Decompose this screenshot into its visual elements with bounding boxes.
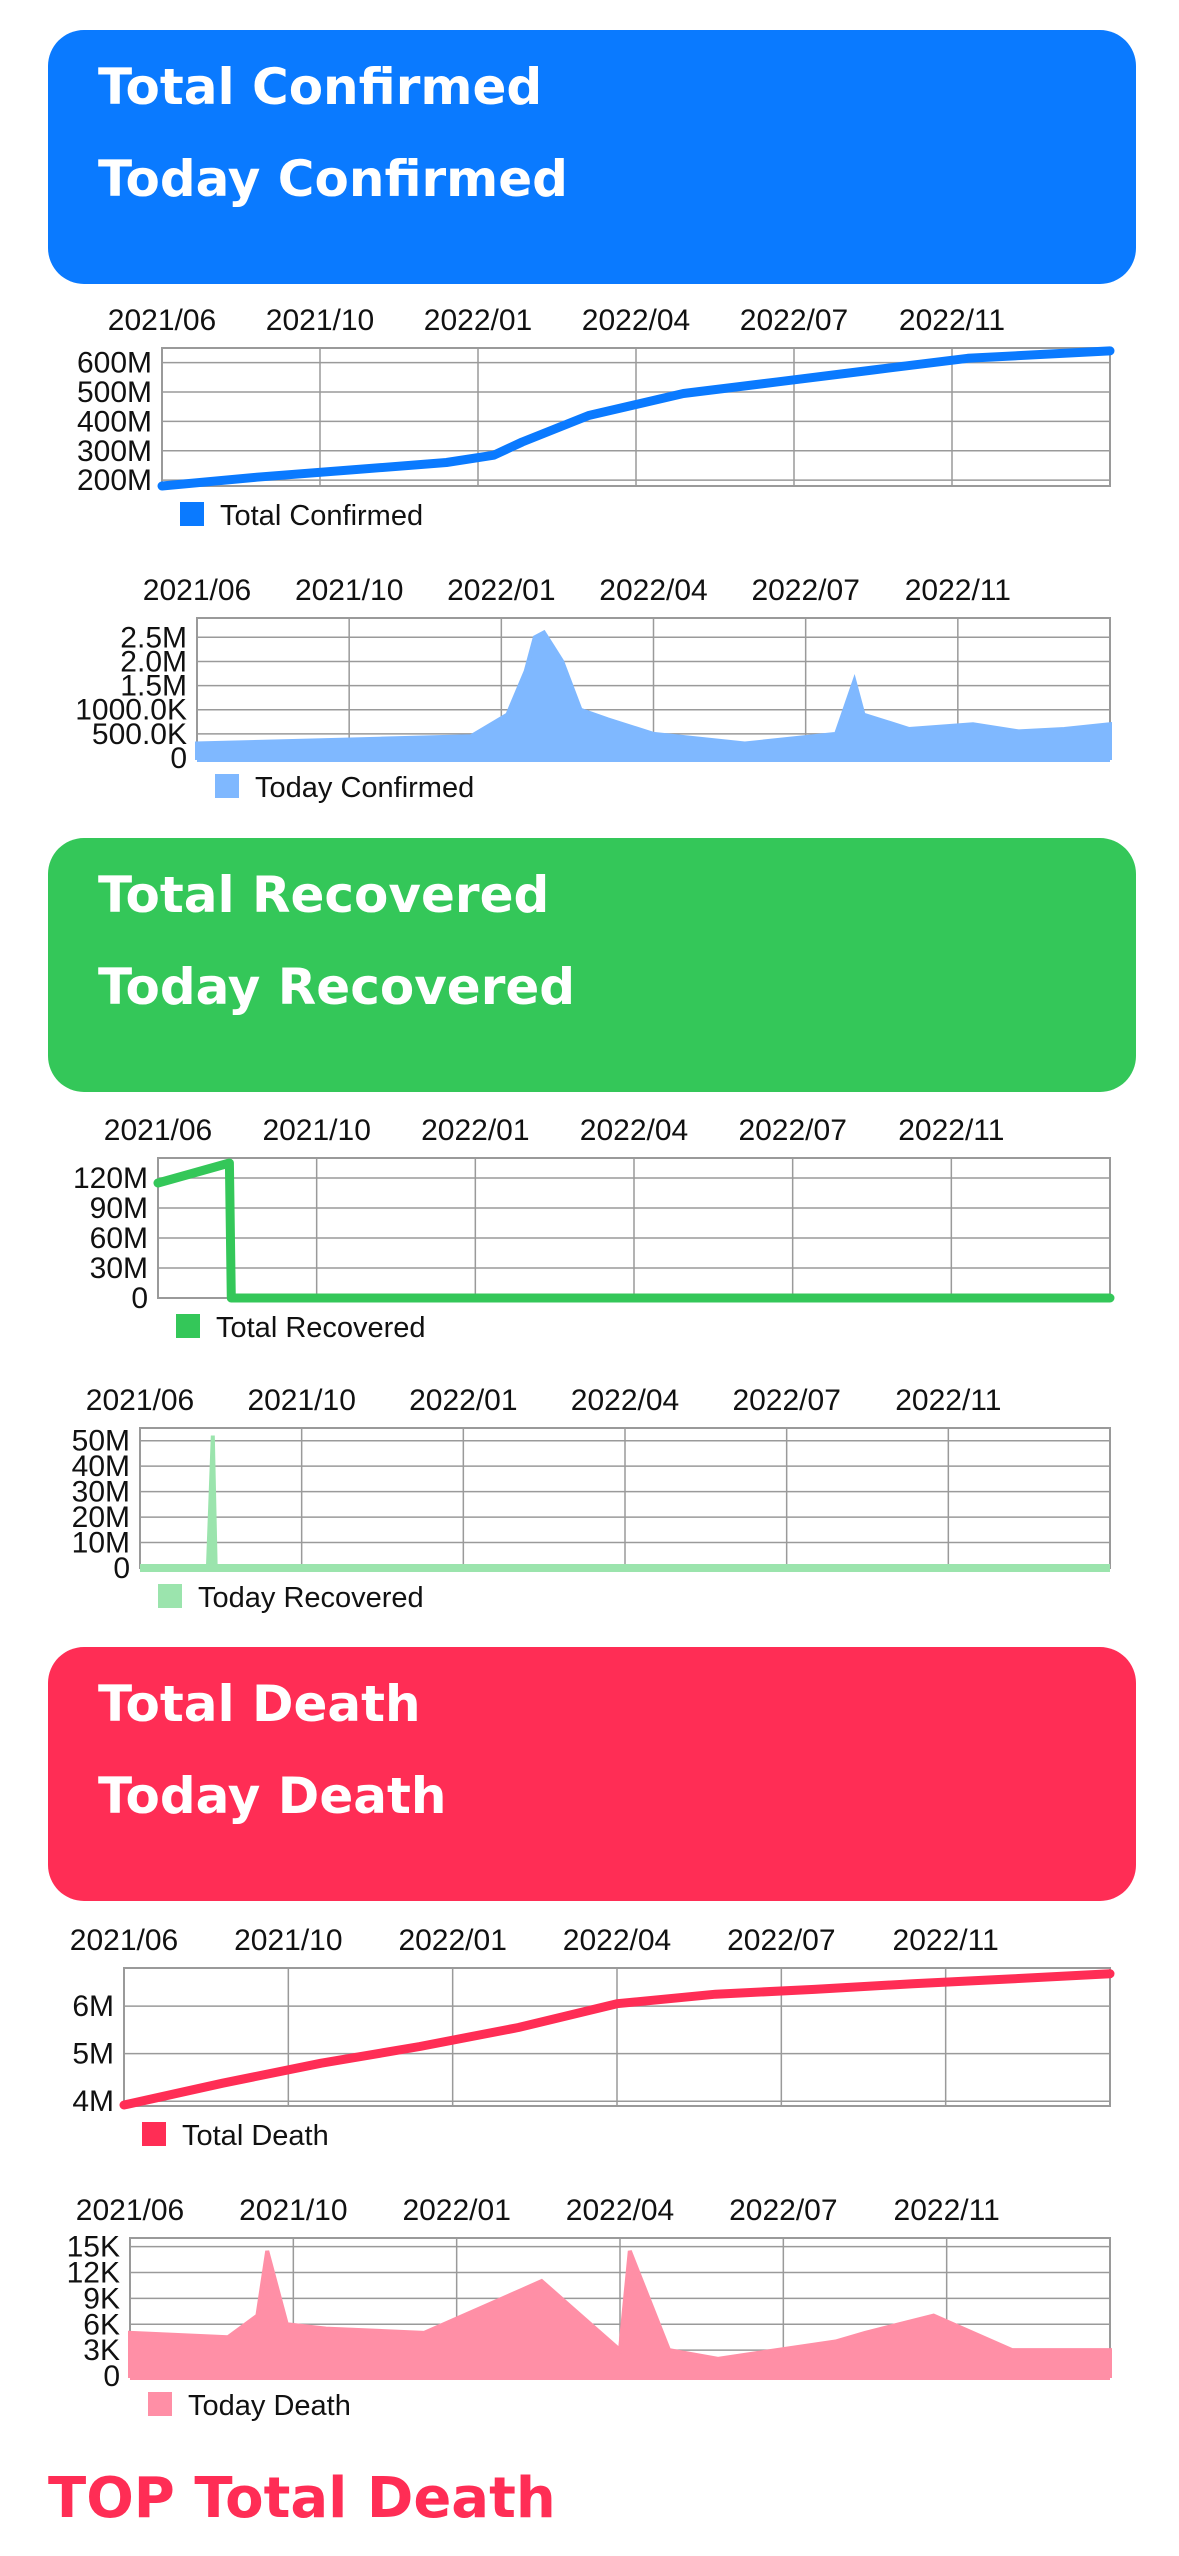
x-tick-label: 2022/11 [898,1114,1004,1147]
y-tick-label: 600M [77,347,152,380]
x-tick-label: 2022/11 [905,574,1011,607]
chart-svg: 2021/06 2021/10 2022/01 2022/04 2022/07 2022/… [75,574,1112,804]
x-tick-label: 2022/11 [894,2194,1000,2227]
x-tick-label: 2022/01 [402,2194,510,2227]
chart-today-recovered: 2021/06 2021/10 2022/01 2022/04 2022/07 2022/… [0,1370,1179,1635]
chart-svg: 2021/06 2021/10 2022/01 2022/04 2022/07 2022/… [70,1924,1115,2152]
x-tick-label: 2021/10 [247,1384,355,1417]
x-tick-label: 2021/10 [239,2194,347,2227]
total-death-label: Total Death [98,1675,421,1733]
chart-svg: 2021/06 2021/10 2022/01 2022/04 2022/07 2022/… [72,1384,1111,1614]
legend-label: Total Confirmed [220,500,423,532]
legend-label: Today Confirmed [255,772,474,804]
death-card: Total Death Today Death [48,1647,1136,1901]
today-confirmed-label: Today Confirmed [98,150,568,208]
y-tick-label: 200M [77,464,152,497]
today-death-label: Today Death [98,1767,447,1825]
confirmed-card: Total Confirmed Today Confirmed [48,30,1136,284]
y-tick-label: 4M [72,2085,114,2118]
legend-swatch [148,2392,172,2416]
chart-today-death: 2021/06 2021/10 2022/01 2022/04 2022/07 2022/… [0,2180,1179,2445]
x-tick-label: 2022/01 [409,1384,517,1417]
recovered-card: Total Recovered Today Recovered [48,838,1136,1092]
legend-label: Total Death [182,2120,329,2152]
x-tick-label: 2022/04 [563,1924,671,1957]
chart-svg: 2021/06 2021/10 2022/01 2022/04 2022/07 2022/… [67,2194,1112,2422]
y-tick-label: 0 [113,1552,130,1585]
y-tick-label: 0 [103,2360,120,2393]
total-recovered-label: Total Recovered [98,866,550,924]
x-tick-label: 2022/04 [566,2194,674,2227]
x-tick-label: 2021/10 [234,1924,342,1957]
x-tick-label: 2021/06 [86,1384,194,1417]
x-tick-label: 2022/07 [751,574,859,607]
chart-svg: 2021/06 2021/10 2022/01 2022/04 2022/07 2022/… [77,304,1115,532]
x-tick-label: 2021/10 [295,574,403,607]
y-tick-label: 60M [90,1222,148,1255]
x-tick-label: 2021/06 [76,2194,184,2227]
y-tick-label: 400M [77,405,152,438]
total-confirmed-label: Total Confirmed [98,58,543,116]
x-tick-label: 2021/10 [266,304,374,337]
x-tick-label: 2022/07 [740,304,848,337]
x-tick-label: 2021/06 [104,1114,212,1147]
x-tick-label: 2022/11 [895,1384,1001,1417]
x-tick-label: 2022/04 [580,1114,688,1147]
x-tick-label: 2022/07 [738,1114,846,1147]
y-tick-label: 0 [131,1282,148,1315]
y-tick-label: 6M [72,1990,114,2023]
y-tick-label: 90M [90,1192,148,1225]
y-tick-label: 5M [72,2038,114,2071]
chart-today-confirmed: 2021/06 2021/10 2022/01 2022/04 2022/07 2022/… [0,560,1179,825]
x-tick-label: 2022/07 [727,1924,835,1957]
legend-swatch [215,774,239,798]
legend-swatch [158,1584,182,1608]
legend-label: Today Recovered [198,1582,424,1614]
x-tick-label: 2021/06 [108,304,216,337]
x-tick-label: 2022/01 [398,1924,506,1957]
x-tick-label: 2022/11 [899,304,1005,337]
y-tick-label: 0 [170,742,187,775]
legend-label: Total Recovered [216,1312,426,1344]
legend-swatch [180,502,204,526]
chart-total-recovered: 2021/06 2021/10 2022/01 2022/04 2022/07 2022/… [0,1100,1179,1365]
x-tick-label: 2022/04 [571,1384,679,1417]
y-tick-label: 120M [73,1162,148,1195]
chart-total-death: 2021/06 2021/10 2022/01 2022/04 2022/07 2022/… [0,1910,1179,2175]
chart-svg: 2021/06 2021/10 2022/01 2022/04 2022/07 2022/… [73,1114,1115,1344]
today-recovered-label: Today Recovered [98,958,576,1016]
x-tick-label: 2021/10 [262,1114,370,1147]
x-tick-label: 2022/11 [893,1924,999,1957]
y-tick-label: 30M [90,1252,148,1285]
legend-swatch [176,1314,200,1338]
chart-total-confirmed: 2021/06 2021/10 2022/01 2022/04 2022/07 2022/… [0,290,1179,555]
x-tick-label: 2022/04 [582,304,690,337]
x-tick-label: 2022/01 [447,574,555,607]
legend-swatch [142,2122,166,2146]
y-tick-label: 300M [77,435,152,468]
x-tick-label: 2022/01 [421,1114,529,1147]
x-tick-label: 2022/04 [599,574,707,607]
top-total-death-title: TOP Total Death [48,2466,556,2531]
x-tick-label: 2022/07 [732,1384,840,1417]
x-tick-label: 2022/07 [729,2194,837,2227]
x-tick-label: 2021/06 [70,1924,178,1957]
legend-label: Today Death [188,2390,351,2422]
x-tick-label: 2021/06 [143,574,251,607]
y-tick-label: 500M [77,376,152,409]
x-tick-label: 2022/01 [424,304,532,337]
